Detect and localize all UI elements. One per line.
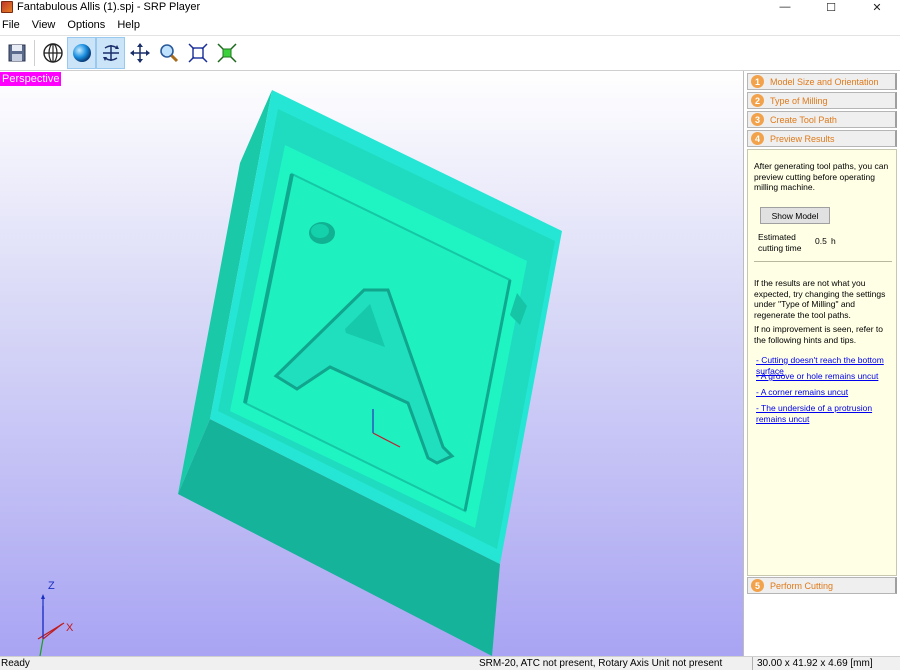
shaded-sphere-icon (72, 44, 91, 62)
save-button[interactable] (2, 37, 31, 69)
hint-paragraph-2: If no improvement is seen, refer to the … (754, 324, 883, 345)
step-label: Type of Milling (770, 95, 828, 106)
step-2-type-of-milling[interactable]: 2 Type of Milling (747, 92, 897, 109)
estimated-time-unit: h (831, 236, 836, 246)
status-bar: Ready SRM-20, ATC not present, Rotary Ax… (0, 656, 900, 670)
preview-intro-text: After generating tool paths, you can pre… (754, 161, 889, 192)
status-model-size: 30.00 x 41.92 x 4.69 [mm] (757, 658, 873, 669)
step-4-preview-results[interactable]: 4 Preview Results (747, 130, 897, 147)
window-title: Fantabulous Allis (1).spj - SRP Player (17, 1, 201, 13)
step-label: Create Tool Path (770, 114, 837, 125)
shaded-button[interactable] (67, 37, 96, 69)
menu-file[interactable]: File (0, 19, 24, 31)
step-label: Preview Results (770, 133, 835, 144)
fit-all-button[interactable] (212, 37, 241, 69)
wireframe-button[interactable] (38, 37, 67, 69)
fit-all-green-icon (216, 43, 237, 63)
hint-link-corner-uncut[interactable]: - A corner remains uncut (756, 387, 888, 398)
zoom-magnifier-icon (159, 44, 178, 63)
step-number: 1 (751, 75, 764, 88)
save-icon (8, 44, 25, 62)
hint-link-protrusion-uncut[interactable]: - The underside of a protrusion remains … (756, 403, 888, 424)
toolbar (0, 35, 900, 71)
divider (754, 261, 892, 262)
status-ready: Ready (1, 658, 30, 669)
maximize-button[interactable]: ☐ (808, 0, 854, 14)
pan-button[interactable] (125, 37, 154, 69)
wireframe-globe-icon (42, 43, 63, 63)
show-model-button[interactable]: Show Model (760, 207, 830, 224)
step-3-create-tool-path[interactable]: 3 Create Tool Path (747, 111, 897, 128)
hint-link-groove-uncut[interactable]: - A groove or hole remains uncut (756, 371, 888, 382)
rotate-button[interactable] (96, 37, 125, 69)
hint-paragraph-1: If the results are not what you expected… (754, 278, 886, 320)
estimated-time-label: Estimated cutting time (758, 232, 802, 253)
status-machine: SRM-20, ATC not present, Rotary Axis Uni… (479, 658, 723, 669)
step-label: Model Size and Orientation (770, 76, 879, 87)
3d-viewport[interactable]: Perspective Z X (0, 71, 744, 656)
menu-bar: File View Options Help (0, 17, 900, 33)
minimize-button[interactable]: — (762, 0, 808, 14)
axis-label-x: X (66, 622, 74, 634)
rotate-axes-icon (102, 45, 119, 61)
app-icon (1, 1, 13, 13)
step-5-perform-cutting[interactable]: 5 Perform Cutting (747, 577, 897, 594)
axis-label-z: Z (48, 580, 55, 592)
menu-view[interactable]: View (30, 19, 60, 31)
title-bar: Fantabulous Allis (1).spj - SRP Player —… (0, 0, 900, 14)
close-button[interactable]: ✕ (854, 0, 900, 14)
menu-help[interactable]: Help (115, 19, 144, 31)
menu-options[interactable]: Options (65, 19, 109, 31)
workflow-panel: 1 Model Size and Orientation 2 Type of M… (745, 71, 900, 656)
milled-model: Z X (37, 90, 562, 656)
step-number: 5 (751, 579, 764, 592)
status-separator (752, 657, 753, 670)
preview-results-body: After generating tool paths, you can pre… (747, 149, 897, 576)
fit-to-window-icon (187, 43, 208, 63)
fit-window-button[interactable] (183, 37, 212, 69)
step-number: 4 (751, 132, 764, 145)
zoom-button[interactable] (154, 37, 183, 69)
toolbar-separator (34, 40, 35, 66)
window-controls: — ☐ ✕ (762, 0, 900, 14)
pan-move-icon (129, 43, 150, 63)
step-label: Perform Cutting (770, 580, 834, 591)
estimated-time-value: 0.5 (815, 236, 827, 246)
step-1-model-size[interactable]: 1 Model Size and Orientation (747, 73, 897, 90)
step-number: 2 (751, 94, 764, 107)
step-number: 3 (751, 113, 764, 126)
